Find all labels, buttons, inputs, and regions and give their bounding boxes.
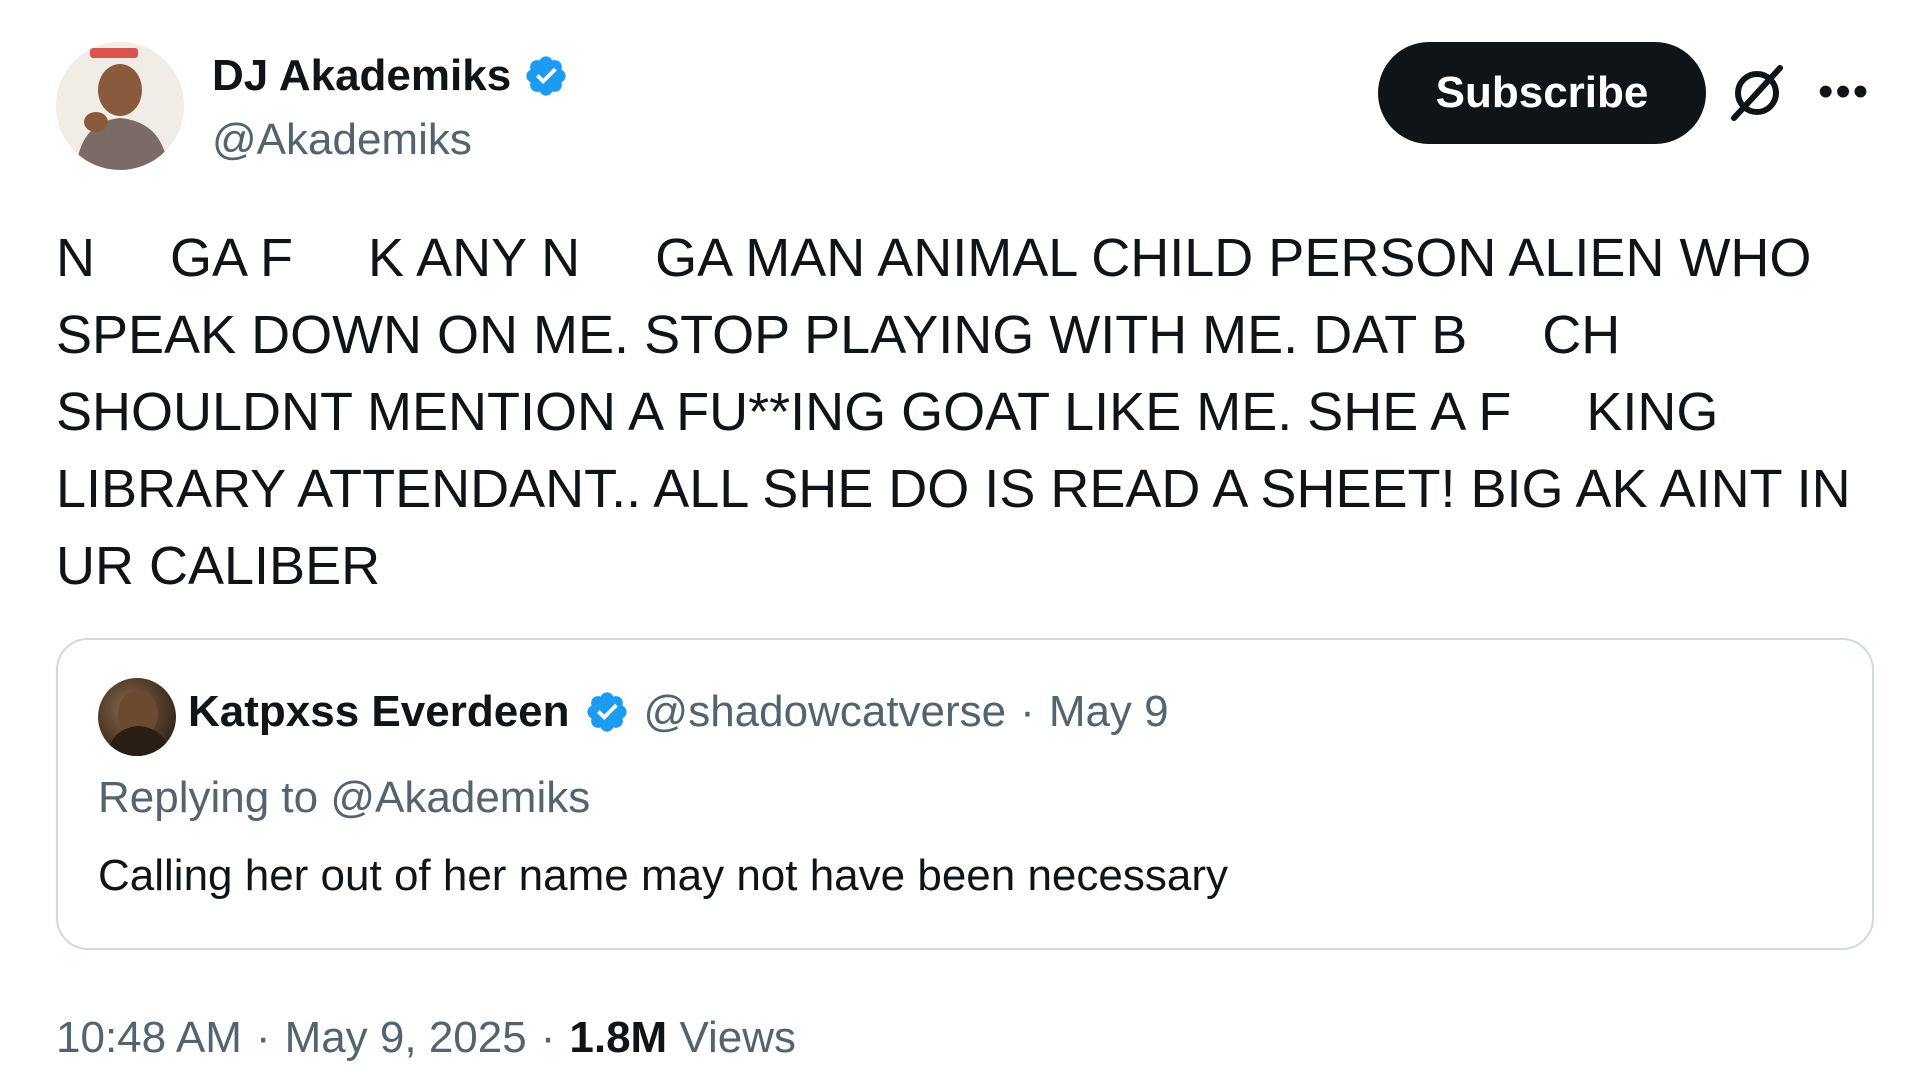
- quoted-tweet-text: Calling her out of her name may not have…: [98, 851, 1228, 900]
- subscribe-button[interactable]: Subscribe: [1378, 42, 1706, 144]
- author-avatar[interactable]: [56, 42, 184, 170]
- tweet-meta: 10:48 AM · May 9, 2025 · 1.8M Views: [56, 1010, 796, 1066]
- quoted-author-avatar[interactable]: [98, 678, 176, 756]
- tweet-date[interactable]: May 9, 2025: [285, 1010, 527, 1066]
- quoted-tweet-card[interactable]: Katpxss Everdeen @shadowcatverse · May 9…: [56, 638, 1874, 950]
- verified-badge-icon: [586, 692, 627, 732]
- tweet-time[interactable]: 10:48 AM: [56, 1010, 242, 1066]
- author-handle[interactable]: @Akademiks: [212, 112, 472, 168]
- separator-dot: ·: [540, 1013, 556, 1062]
- replying-to-handle[interactable]: @Akademiks: [330, 773, 590, 822]
- tweet-text: N GA F K ANY N GA MAN ANIMAL CHILD PERSO…: [56, 228, 1866, 596]
- more-icon[interactable]: •••: [1818, 70, 1870, 114]
- separator-dot: ·: [255, 1013, 271, 1062]
- verified-badge-icon: [526, 56, 566, 96]
- quoted-tweet-date[interactable]: May 9: [1049, 684, 1169, 740]
- views-stat[interactable]: 1.8M Views: [569, 1010, 796, 1066]
- author-name-text[interactable]: DJ Akademiks: [212, 48, 511, 104]
- views-label: Views: [679, 1013, 797, 1062]
- quoted-author-handle[interactable]: @shadowcatverse: [644, 684, 1007, 740]
- views-count: 1.8M: [569, 1013, 668, 1062]
- quoted-tweet-header: Katpxss Everdeen @shadowcatverse · May 9: [188, 684, 1169, 740]
- replying-to-line: Replying to @Akademiks: [98, 770, 590, 826]
- quoted-author-name[interactable]: Katpxss Everdeen: [188, 684, 570, 740]
- replying-to-prefix: Replying to: [98, 773, 319, 822]
- author-name[interactable]: DJ Akademiks: [212, 48, 569, 104]
- grok-icon[interactable]: [1728, 64, 1786, 122]
- separator-dot: ·: [1020, 687, 1035, 736]
